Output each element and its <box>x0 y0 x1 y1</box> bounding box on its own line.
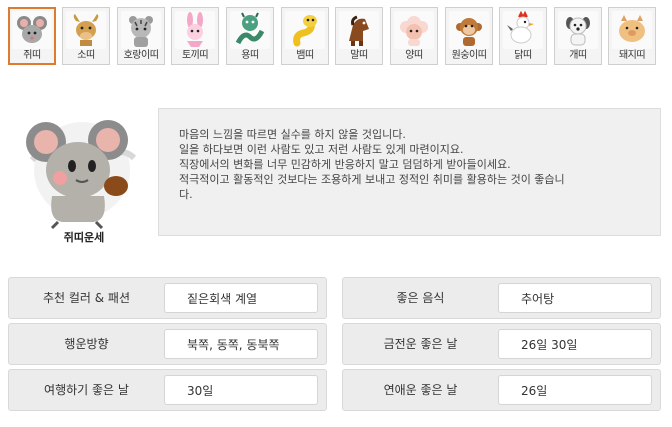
lucky-direction-panel: 행운방향 북쪽, 동쪽, 동북쪽 <box>8 323 327 365</box>
fortune-line: 직장에서의 변화를 너무 민감하게 반응하지 말고 덤덤하게 받아들이세요. <box>179 158 511 171</box>
pig-icon <box>612 11 652 49</box>
dog-icon <box>558 11 598 49</box>
lucky-direction-value: 북쪽, 동쪽, 동북쪽 <box>164 329 318 359</box>
snake-icon <box>285 11 325 49</box>
fortune-line: 다. <box>179 188 193 201</box>
recommended-color-panel: 추천 컬러 & 패션 짙은회색 계열 <box>8 277 327 319</box>
ox-icon <box>66 11 106 49</box>
horse-icon <box>339 11 379 49</box>
zodiac-tab-tiger[interactable]: 호랑이띠 <box>117 7 165 65</box>
zodiac-tab-rat[interactable]: 쥐띠 <box>8 7 56 65</box>
fortune-line: 일을 하다보면 이런 사람도 있고 저런 사람도 있게 마련이지요. <box>179 143 464 156</box>
zodiac-label: 개띠 <box>569 50 587 61</box>
zodiac-label: 말띠 <box>350 50 368 61</box>
zodiac-label: 소띠 <box>77 50 95 61</box>
love-luck-day-value: 26일 <box>498 375 652 405</box>
sheep-icon <box>394 11 434 49</box>
fortune-text-box: 마음의 느낌을 따르면 실수를 하지 않을 것입니다. 일을 하다보면 이런 사… <box>158 108 661 236</box>
tiger-icon <box>121 11 161 49</box>
zodiac-tab-snake[interactable]: 뱀띠 <box>281 7 329 65</box>
zodiac-tab-rabbit[interactable]: 토끼띠 <box>171 7 219 65</box>
recommended-color-label: 추천 컬러 & 패션 <box>42 291 131 305</box>
zodiac-tab-strip: 쥐띠 소띠 호랑이띠 토끼띠 용띠 뱀띠 말띠 양띠 원숭이띠 닭띠 개띠 돼지… <box>8 7 666 67</box>
zodiac-label: 토끼띠 <box>181 50 209 61</box>
fortune-caption: 쥐띠운세 <box>63 231 105 244</box>
travel-day-label: 여행하기 좋은 날 <box>44 383 129 397</box>
recommended-color-value: 짙은회색 계열 <box>164 283 318 313</box>
dragon-icon <box>230 11 270 49</box>
zodiac-label: 양띠 <box>405 50 423 61</box>
zodiac-label: 돼지띠 <box>618 50 646 61</box>
travel-day-panel: 여행하기 좋은 날 30일 <box>8 369 327 411</box>
monkey-icon <box>449 11 489 49</box>
money-luck-day-value: 26일 30일 <box>498 329 652 359</box>
zodiac-tab-rooster[interactable]: 닭띠 <box>499 7 547 65</box>
zodiac-tab-ox[interactable]: 소띠 <box>62 7 110 65</box>
zodiac-tab-horse[interactable]: 말띠 <box>335 7 383 65</box>
zodiac-label: 호랑이띠 <box>123 50 159 61</box>
zodiac-tab-sheep[interactable]: 양띠 <box>390 7 438 65</box>
money-luck-day-panel: 금전운 좋은 날 26일 30일 <box>342 323 661 365</box>
lucky-direction-label: 행운방향 <box>64 337 109 351</box>
zodiac-label: 쥐띠 <box>23 50 41 61</box>
zodiac-tab-monkey[interactable]: 원숭이띠 <box>445 7 493 65</box>
good-food-value: 추어탕 <box>498 283 652 313</box>
zodiac-label: 뱀띠 <box>296 50 314 61</box>
fortune-line: 마음의 느낌을 따르면 실수를 하지 않을 것입니다. <box>179 128 406 141</box>
rabbit-icon <box>175 11 215 49</box>
zodiac-label: 원숭이띠 <box>451 50 487 61</box>
zodiac-label: 닭띠 <box>514 50 532 61</box>
rooster-icon <box>503 11 543 49</box>
good-food-label: 좋은 음식 <box>396 291 445 305</box>
zodiac-tab-dog[interactable]: 개띠 <box>554 7 602 65</box>
rat-icon <box>12 11 52 49</box>
good-food-panel: 좋은 음식 추어탕 <box>342 277 661 319</box>
zodiac-tab-pig[interactable]: 돼지띠 <box>608 7 656 65</box>
love-luck-day-panel: 연애운 좋은 날 26일 <box>342 369 661 411</box>
love-luck-day-label: 연애운 좋은 날 <box>383 383 458 397</box>
money-luck-day-label: 금전운 좋은 날 <box>383 337 458 351</box>
fortune-line: 적극적이고 활동적인 것보다는 조용하게 보내고 정적인 취미를 활용하는 것이… <box>179 173 565 186</box>
travel-day-value: 30일 <box>164 375 318 405</box>
zodiac-tab-dragon[interactable]: 용띠 <box>226 7 274 65</box>
zodiac-label: 용띠 <box>241 50 259 61</box>
